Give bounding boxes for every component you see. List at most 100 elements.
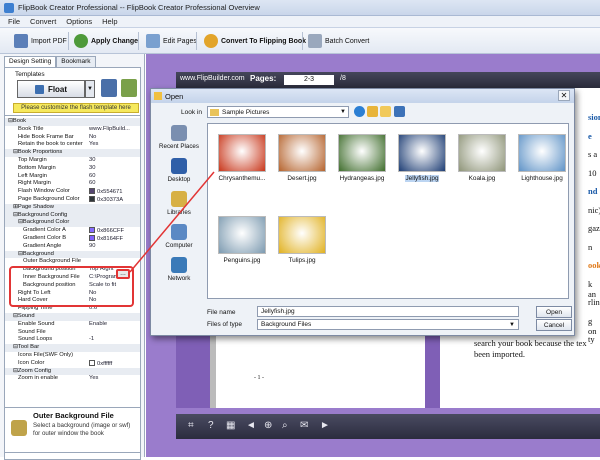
property-category[interactable]: ⊟Book (5, 118, 140, 126)
property-row[interactable]: Hide Book Frame Bar No (5, 134, 140, 142)
property-value[interactable]: Yes (89, 375, 140, 383)
property-category[interactable]: ⊟Tool Bar (5, 344, 140, 352)
property-row[interactable]: Flash Window Color 0x554671 (5, 188, 140, 196)
thumbnails-icon[interactable]: ▦ (226, 420, 235, 431)
up-folder-icon[interactable] (367, 106, 378, 117)
property-value[interactable]: 60 (89, 180, 140, 188)
file-name-input[interactable]: Jellyfish.jpg (257, 306, 519, 317)
file-item[interactable]: Koala.jpg (452, 134, 512, 182)
menu-help[interactable]: Help (102, 16, 117, 28)
property-value[interactable]: Enable (89, 321, 140, 329)
file-item[interactable]: Desert.jpg (272, 134, 332, 182)
property-category[interactable]: ⊟Book Proportions (5, 149, 140, 157)
new-folder-icon[interactable] (380, 106, 391, 117)
save-template-icon[interactable] (101, 79, 117, 97)
tab-bookmark[interactable]: Bookmark (56, 56, 96, 67)
menu-options[interactable]: Options (66, 16, 92, 28)
open-dialog: Open ✕ Look in Sample Pictures ▼ Recent … (150, 88, 575, 336)
property-value[interactable]: 90 (89, 243, 140, 251)
zoom-in-icon[interactable]: ⊕ (264, 420, 272, 431)
search-icon[interactable]: ⌕ (282, 420, 288, 431)
property-category[interactable]: ⊟Background Config (5, 211, 140, 220)
property-row[interactable]: Gradient Color B 0x8164FF (5, 235, 140, 243)
property-value[interactable]: 60 (89, 173, 140, 181)
property-row[interactable]: Page Background Color 0x30373A (5, 196, 140, 204)
view-menu-icon[interactable] (394, 106, 405, 117)
property-category[interactable]: ⊟Zoom Config (5, 367, 140, 376)
place-recent-places[interactable]: Recent Places (157, 125, 201, 150)
fit-screen-icon[interactable]: ⌗ (188, 420, 194, 431)
property-row[interactable]: Book Title www.FlipBuild... (5, 126, 140, 134)
file-item[interactable]: Penguins.jpg (212, 216, 272, 264)
property-row[interactable]: Retain the book to center Yes (5, 141, 140, 149)
property-row[interactable]: Sound File (5, 329, 140, 337)
batch-convert-button[interactable]: Batch Convert (308, 32, 369, 50)
import-pdf-button[interactable]: Import PDF (14, 32, 67, 50)
property-name: ⊟Tool Bar (13, 344, 40, 351)
property-value[interactable]: 30 (89, 157, 140, 165)
file-item[interactable]: Jellyfish.jpg (392, 134, 452, 182)
property-row[interactable]: Left Margin 60 (5, 173, 140, 181)
look-in-select[interactable]: Sample Pictures ▼ (207, 106, 349, 118)
convert-button[interactable]: Convert To Flipping Book (204, 32, 306, 50)
close-icon[interactable]: ✕ (558, 90, 570, 101)
place-desktop[interactable]: Desktop (157, 158, 201, 183)
browse-button[interactable]: … (116, 269, 130, 279)
property-value[interactable]: 30 (89, 165, 140, 173)
page-number-input[interactable]: 2-3 (284, 75, 334, 85)
property-row[interactable]: Sound Loops -1 (5, 336, 140, 344)
place-computer[interactable]: Computer (157, 224, 201, 249)
property-value[interactable]: No (89, 134, 140, 142)
share-icon[interactable]: ✉ (300, 420, 308, 431)
file-type-select[interactable]: Background Files ▼ (257, 319, 519, 330)
edit-pages-button[interactable]: Edit Pages (146, 32, 197, 50)
property-row[interactable]: Gradient Color A 0x866CFF (5, 227, 140, 235)
property-row[interactable]: Enable Sound Enable (5, 321, 140, 329)
property-row[interactable]: Icons File(SWF Only) (5, 352, 140, 360)
file-thumbnail (398, 134, 446, 172)
file-item[interactable]: Tulips.jpg (272, 216, 332, 264)
tab-design-setting[interactable]: Design Setting (4, 56, 57, 67)
apply-change-button[interactable]: Apply Change (74, 32, 138, 50)
place-label: Computer (165, 242, 193, 249)
property-value[interactable]: www.FlipBuild... (89, 126, 140, 134)
autoplay-icon[interactable]: ► (320, 420, 330, 431)
menu-convert[interactable]: Convert (30, 16, 56, 28)
help-icon[interactable]: ? (208, 420, 214, 431)
template-button[interactable]: Float (17, 80, 85, 98)
property-row[interactable]: Bottom Margin 30 (5, 165, 140, 173)
left-page[interactable]: - 1 - (210, 330, 425, 408)
property-category[interactable]: ⊟Background (5, 250, 140, 259)
page-text-line: g on (588, 315, 597, 336)
property-category[interactable]: ⊞Page Shadow (5, 203, 140, 212)
description-text: Select a background (image or swf) for o… (33, 422, 131, 437)
property-row[interactable]: Icon Color 0xffffff (5, 359, 140, 368)
property-category[interactable]: ⊟Sound (5, 313, 140, 321)
property-category[interactable]: ⊟Background Color (5, 219, 140, 228)
file-item[interactable]: Lighthouse.jpg (512, 134, 572, 182)
property-row[interactable]: Top Margin 30 (5, 157, 140, 165)
place-network[interactable]: Network (157, 257, 201, 282)
file-name: Desert.jpg (287, 175, 317, 182)
dialog-title-bar: Open ✕ (151, 89, 574, 103)
property-name: ⊟Background Color (18, 219, 70, 226)
property-value[interactable]: Yes (89, 141, 140, 149)
place-libraries[interactable]: Libraries (157, 191, 201, 216)
property-row[interactable]: Zoom in enable Yes (5, 375, 140, 383)
template-dropdown-button[interactable]: ▼ (85, 80, 95, 98)
back-icon[interactable] (354, 106, 365, 117)
pages-label: Pages: (250, 74, 277, 83)
file-item[interactable]: Chrysanthemu... (212, 134, 272, 182)
template-settings-icon[interactable] (121, 79, 137, 97)
look-in-value: Sample Pictures (222, 109, 270, 116)
menu-file[interactable]: File (8, 16, 20, 28)
toolbar-divider (138, 32, 139, 50)
sound-icon[interactable]: ◄ (246, 420, 256, 431)
open-button[interactable]: Open (536, 306, 572, 318)
property-value[interactable]: -1 (89, 336, 140, 344)
property-row[interactable]: Right Margin 60 (5, 180, 140, 188)
batch-icon (308, 34, 322, 48)
cancel-button[interactable]: Cancel (536, 319, 572, 331)
file-item[interactable]: Hydrangeas.jpg (332, 134, 392, 182)
property-row[interactable]: Gradient Angle 90 (5, 243, 140, 251)
